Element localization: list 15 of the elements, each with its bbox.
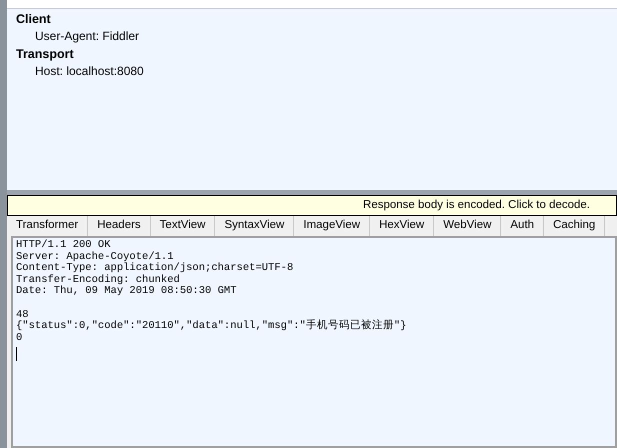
header-item: User-Agent: Fiddler [34,28,140,45]
response-line: Content-Type: application/json;charset=UTF-8 [16,263,294,274]
response-line: Date: Thu, 09 May 2019 08:50:30 GMT [16,286,238,298]
header-item: Host: localhost:8080 [34,63,145,80]
text-cursor [16,347,17,362]
header-group-title: Transport [16,46,75,63]
encoded-notice-bar[interactable]: Response body is encoded. Click to decode. [7,195,617,216]
response-line: 0 [16,332,24,344]
response-line: 48 [16,310,29,321]
header-group-title: Client [16,11,52,28]
response-text-area[interactable] [11,236,617,448]
response-line: {"status":0,"code":"20110","data":null,"msg":"手机号码已被注册"} [16,321,408,333]
response-line: Transfer-Encoding: chunked [16,274,181,286]
response-line: HTTP/1.1 200 OK [16,240,112,251]
response-line: Server: Apache-Coyote/1.1 [16,252,174,263]
